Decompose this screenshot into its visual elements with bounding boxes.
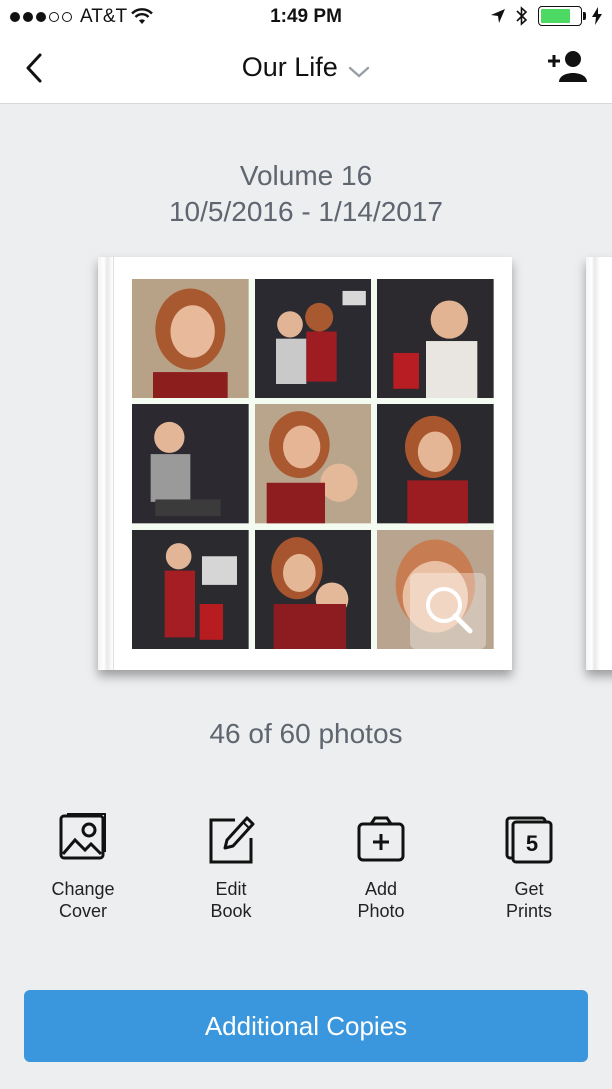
image-icon	[59, 813, 106, 860]
zoom-button[interactable]	[410, 573, 486, 649]
add-photo-button[interactable]: Add Photo	[321, 810, 441, 922]
cover-photo	[254, 404, 372, 524]
battery-level	[541, 9, 570, 23]
get-prints-button[interactable]: 5 Get Prints	[469, 810, 589, 922]
photo-count: 46 of 60 photos	[209, 718, 403, 749]
status-bar: AT&T 1:49 PM	[0, 0, 612, 34]
battery-icon	[538, 6, 586, 26]
cover-photo	[132, 529, 249, 649]
action-label: Add Photo	[357, 879, 405, 921]
next-book-peek[interactable]	[586, 257, 612, 670]
action-row: Change Cover Edit Book Add Photo 5 Get P…	[0, 810, 612, 930]
action-label: Change Cover	[51, 879, 115, 921]
edit-book-button[interactable]: Edit Book	[171, 810, 291, 922]
book-spine	[98, 257, 114, 670]
title-dropdown[interactable]: Our Life	[0, 52, 612, 83]
chevron-down-icon	[349, 66, 370, 78]
cover-photo	[377, 279, 494, 399]
prints-badge: 5	[526, 831, 538, 856]
additional-copies-button[interactable]: Additional Copies	[24, 990, 588, 1062]
action-label: Get Prints	[505, 879, 552, 921]
cover-photo	[254, 529, 372, 649]
cover-photo	[254, 279, 372, 399]
nav-bar: Our Life	[0, 34, 612, 104]
status-right	[490, 6, 602, 26]
change-cover-button[interactable]: Change Cover	[23, 810, 143, 922]
action-label: Edit Book	[210, 879, 252, 921]
add-photo-icon	[357, 816, 405, 862]
volume-title: Volume 16	[239, 160, 373, 191]
cover-photo	[377, 404, 494, 524]
cover-photo	[132, 404, 249, 524]
book-cover[interactable]	[98, 257, 512, 670]
page-title: Our Life	[241, 52, 338, 82]
cover-photo	[132, 279, 249, 399]
charging-bolt-icon	[592, 7, 602, 25]
prints-icon: 5	[505, 816, 553, 864]
bluetooth-icon	[516, 6, 528, 26]
volume-dates: 10/5/2016 - 1/14/2017	[168, 196, 443, 227]
magnifier-icon	[426, 587, 473, 634]
add-user-icon	[548, 51, 587, 82]
edit-icon	[209, 816, 255, 864]
add-user-button[interactable]	[546, 48, 590, 84]
location-arrow-icon	[491, 9, 505, 23]
